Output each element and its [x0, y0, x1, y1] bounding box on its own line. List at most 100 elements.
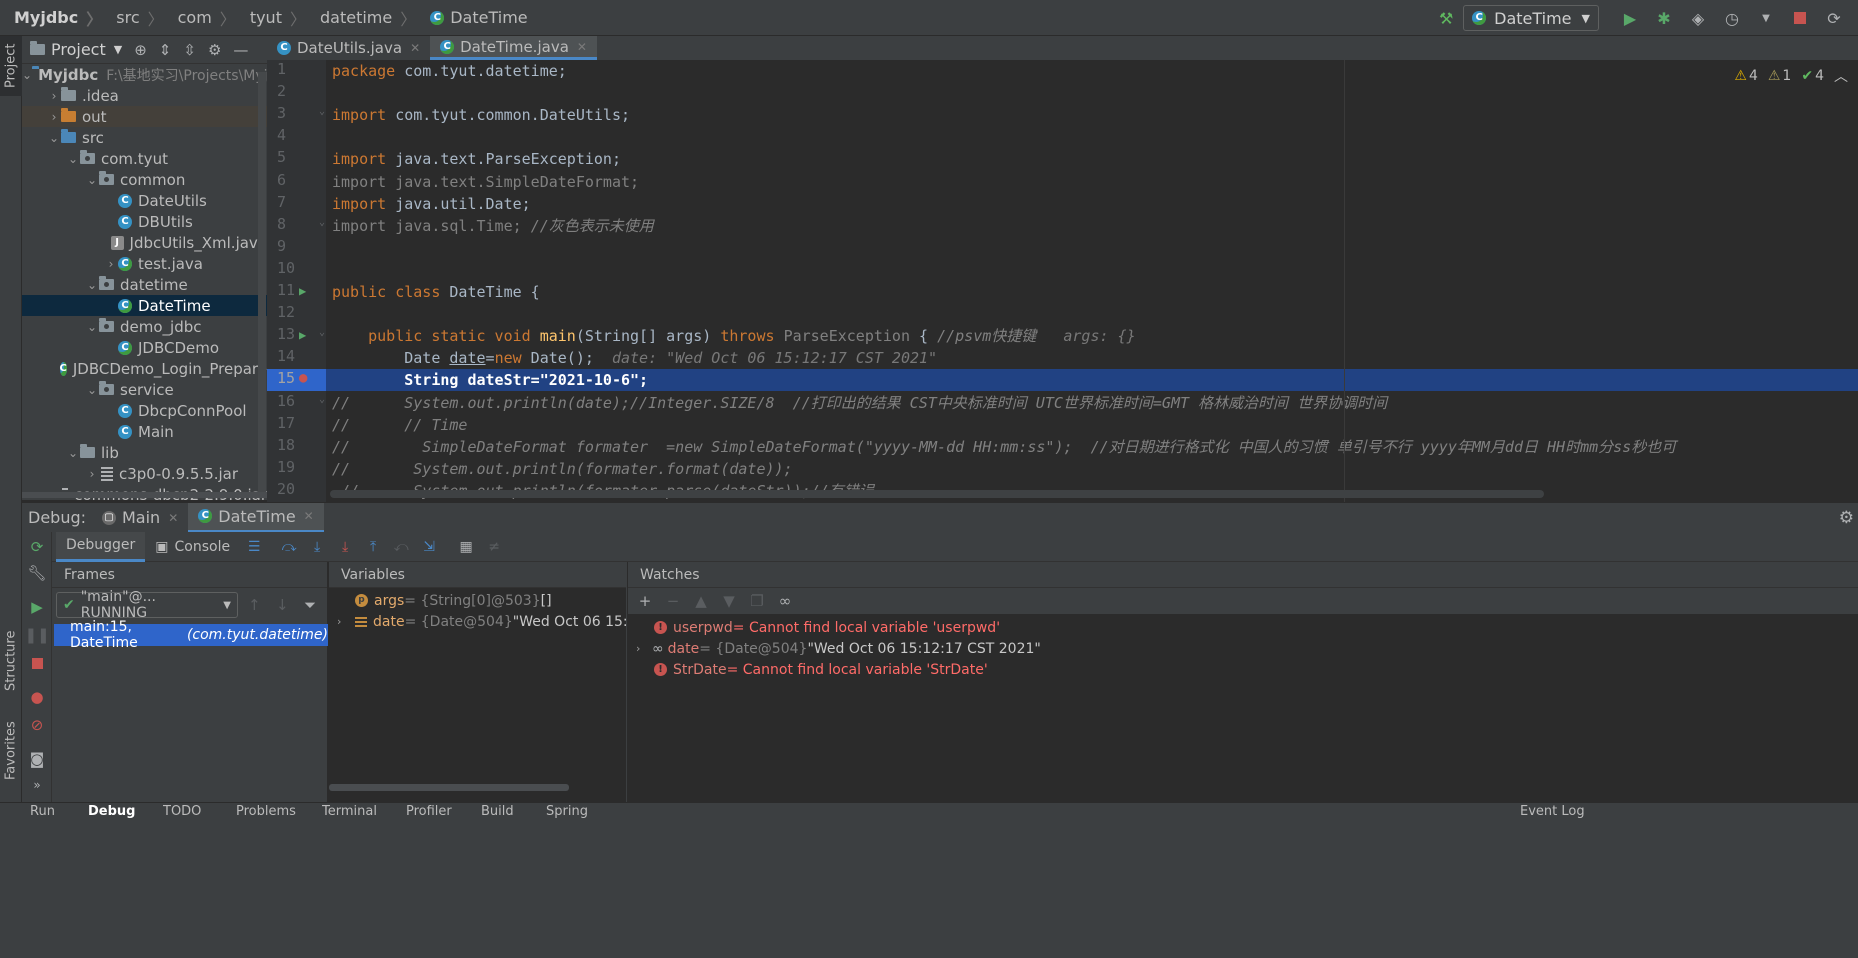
- add-icon[interactable]: +: [634, 592, 656, 610]
- run-icon[interactable]: ▶: [1618, 6, 1642, 30]
- tree-item[interactable]: ⌄ service: [22, 379, 267, 400]
- watch-row[interactable]: ! StrDate = Cannot find local variable '…: [654, 659, 988, 680]
- camera-icon[interactable]: ◙: [26, 748, 48, 770]
- line-number[interactable]: 18: [267, 436, 326, 458]
- bottom-tab-problems[interactable]: Problems: [236, 803, 296, 819]
- build-hammer-icon[interactable]: ⚒: [1434, 6, 1458, 30]
- tree-item[interactable]: ⌄ common: [22, 169, 267, 190]
- bottom-tab-run[interactable]: Run: [30, 803, 55, 819]
- run-gutter-icon[interactable]: ▶: [299, 284, 306, 298]
- coverage-icon[interactable]: ◈: [1686, 6, 1710, 30]
- wrench-icon[interactable]: 🔧︎: [26, 562, 48, 584]
- collapse-all-icon[interactable]: ⇳: [183, 41, 196, 59]
- pause-icon[interactable]: ❚❚: [24, 624, 49, 646]
- line-number[interactable]: 20: [267, 480, 326, 502]
- fold-icon[interactable]: ⌄: [319, 106, 325, 117]
- code-line[interactable]: [326, 237, 1858, 259]
- code-line[interactable]: // System.out.println(formater.format(da…: [326, 458, 1858, 480]
- drop-frame-icon[interactable]: ⤺: [390, 536, 412, 558]
- chevron-down-icon[interactable]: ⌄: [66, 152, 80, 166]
- line-number[interactable]: 2: [267, 82, 326, 104]
- tree-item[interactable]: › out: [22, 106, 267, 127]
- glasses-icon[interactable]: ∞: [774, 592, 796, 610]
- chevron-up-icon[interactable]: ︿: [1834, 66, 1848, 86]
- tab-console[interactable]: ▣ Console: [145, 532, 240, 562]
- gear-icon[interactable]: ⚙: [1839, 508, 1854, 528]
- tree-item[interactable]: C DateTime: [22, 295, 267, 316]
- code-line[interactable]: package com.tyut.datetime;: [326, 60, 1858, 82]
- expand-all-icon[interactable]: ⇕: [159, 41, 172, 59]
- stop-icon[interactable]: [1788, 6, 1812, 30]
- tree-item[interactable]: › Ctest.java: [22, 253, 267, 274]
- line-number[interactable]: 6: [267, 171, 326, 193]
- close-icon[interactable]: ✕: [410, 41, 420, 55]
- line-number[interactable]: 10: [267, 259, 326, 281]
- locate-icon[interactable]: ⊕: [134, 41, 147, 59]
- bottom-tab-spring[interactable]: Spring: [546, 803, 588, 819]
- chevron-right-icon[interactable]: ›: [636, 642, 652, 655]
- close-icon[interactable]: ✕: [577, 40, 587, 54]
- watch-row[interactable]: › ∞ date = {Date@504} "Wed Oct 06 15:12:…: [636, 638, 1041, 659]
- bottom-tab-event-log[interactable]: Event Log: [1520, 803, 1585, 819]
- bottom-tab-profiler[interactable]: Profiler: [406, 803, 452, 819]
- project-tool-tab[interactable]: Project: [0, 36, 22, 96]
- tree-item[interactable]: C DbcpConnPool: [22, 400, 267, 421]
- chevron-down-icon[interactable]: ⌄: [66, 446, 80, 460]
- debug-tab-datetime[interactable]: C DateTime ✕: [188, 502, 324, 533]
- tree-item[interactable]: ⌄ datetime: [22, 274, 267, 295]
- trace-stream-icon[interactable]: ≠: [483, 536, 505, 558]
- inspection-widget[interactable]: ⚠ 4 ⚠ 1 ✔ 4 ︿: [1724, 66, 1848, 86]
- editor-horizontal-scrollbar[interactable]: [330, 490, 1544, 498]
- filter-icon[interactable]: ⏷: [304, 596, 316, 614]
- code-line[interactable]: String dateStr="2021-10-6";: [326, 369, 1858, 392]
- close-icon[interactable]: ✕: [168, 511, 178, 525]
- chevron-right-icon[interactable]: ›: [85, 467, 99, 481]
- line-number[interactable]: 14: [267, 347, 326, 369]
- code-line[interactable]: // // Time: [326, 414, 1858, 436]
- line-number[interactable]: 4: [267, 126, 326, 148]
- tree-item[interactable]: › .idea: [22, 85, 267, 106]
- chevron-right-icon[interactable]: ›: [47, 89, 61, 103]
- show-execution-point-icon[interactable]: ☰: [243, 536, 265, 558]
- code-line[interactable]: import java.sql.Time; //灰色表示未使用: [326, 215, 1858, 237]
- favorites-tool-tab[interactable]: Favorites: [0, 716, 22, 786]
- code-line[interactable]: import java.text.ParseException;: [326, 148, 1858, 170]
- tree-item[interactable]: ⌄ demo_jdbc: [22, 316, 267, 337]
- tree-item[interactable]: C DBUtils: [22, 211, 267, 232]
- line-number[interactable]: 7: [267, 193, 326, 215]
- frame-row-selected[interactable]: main:15, DateTime (com.tyut.datetime): [54, 619, 328, 651]
- fold-icon[interactable]: ⌄: [319, 327, 325, 338]
- line-number[interactable]: 5: [267, 148, 326, 170]
- tab-dateutils[interactable]: C DateUtils.java ✕: [267, 36, 430, 60]
- chevron-right-icon[interactable]: ›: [337, 615, 355, 628]
- code-line[interactable]: import java.util.Date;: [326, 193, 1858, 215]
- copy-icon[interactable]: ❐: [746, 592, 768, 610]
- breadcrumb-com[interactable]: com 〉: [164, 0, 236, 36]
- line-number[interactable]: 19: [267, 458, 326, 480]
- chevron-down-icon[interactable]: ⌄: [22, 68, 32, 82]
- code-line[interactable]: Date date=new Date(); date: "Wed Oct 06 …: [326, 347, 1858, 369]
- structure-tool-tab[interactable]: Structure: [0, 626, 22, 696]
- step-out-icon[interactable]: ⤒: [362, 536, 384, 558]
- rerun-icon[interactable]: ⟳: [26, 536, 48, 558]
- tab-debugger[interactable]: Debugger: [56, 531, 146, 562]
- tree-item[interactable]: C JDBCDemo: [22, 337, 267, 358]
- arrow-up-icon[interactable]: ↑: [248, 596, 261, 614]
- mute-breakpoints-icon[interactable]: ⊘: [26, 714, 48, 736]
- evaluate-expression-icon[interactable]: ▦: [455, 536, 477, 558]
- code-editor[interactable]: package com.tyut.datetime; import com.tyu…: [326, 60, 1858, 502]
- remove-icon[interactable]: −: [662, 592, 684, 610]
- move-up-icon[interactable]: ▲: [690, 592, 712, 610]
- close-icon[interactable]: ✕: [304, 509, 314, 523]
- fold-icon[interactable]: ⌄: [319, 217, 325, 228]
- line-number[interactable]: 9: [267, 237, 326, 259]
- debug-tab-main[interactable]: ▢ Main ✕: [92, 503, 188, 533]
- thread-select[interactable]: ✔ "main"@... RUNNING ▼: [56, 589, 238, 621]
- project-vertical-scrollbar[interactable]: [258, 72, 266, 492]
- breadcrumb-datetime[interactable]: datetime 〉: [306, 0, 416, 36]
- watch-row[interactable]: ! userpwd = Cannot find local variable '…: [654, 617, 1000, 638]
- chevron-down-icon[interactable]: ⌄: [85, 173, 99, 187]
- stop-icon[interactable]: [26, 652, 48, 674]
- code-line[interactable]: // System.out.println(date);//Integer.SI…: [326, 392, 1858, 414]
- line-number[interactable]: 12: [267, 303, 326, 325]
